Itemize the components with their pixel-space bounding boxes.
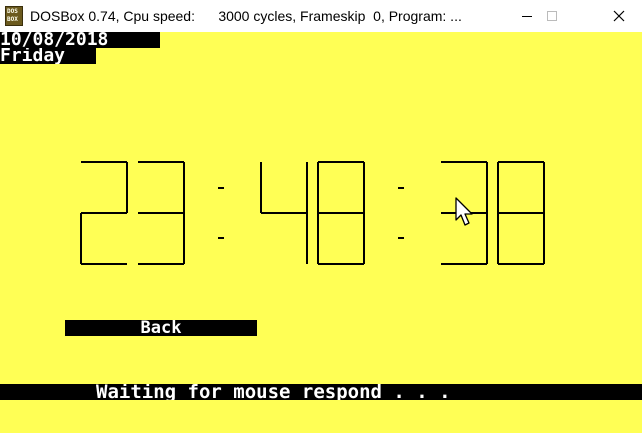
dosbox-window: DOS BOX DOSBox 0.74, Cpu speed: 3000 cyc… [0, 0, 642, 433]
dosbox-app-icon[interactable]: DOS BOX [5, 6, 23, 26]
status-message: Waiting for mouse respond . . . [96, 384, 451, 400]
back-button[interactable]: Back [65, 320, 257, 337]
maximize-button[interactable] [529, 0, 575, 32]
maximize-icon [547, 11, 557, 21]
mouse-cursor-icon [455, 197, 473, 226]
title-bar[interactable]: DOS BOX DOSBox 0.74, Cpu speed: 3000 cyc… [0, 0, 642, 32]
window-title: DOSBox 0.74, Cpu speed: 3000 cycles, Fra… [30, 8, 462, 24]
app-icon-label-top: DOS [7, 8, 18, 15]
status-bar: Waiting for mouse respond . . . [0, 384, 642, 400]
dos-screen[interactable]: 10/08/2018 Friday Back Waiting for mouse… [0, 32, 642, 433]
app-icon-label-bottom: BOX [7, 16, 18, 23]
close-icon [613, 10, 625, 22]
clock-digits [80, 161, 545, 265]
close-button[interactable] [596, 0, 642, 32]
